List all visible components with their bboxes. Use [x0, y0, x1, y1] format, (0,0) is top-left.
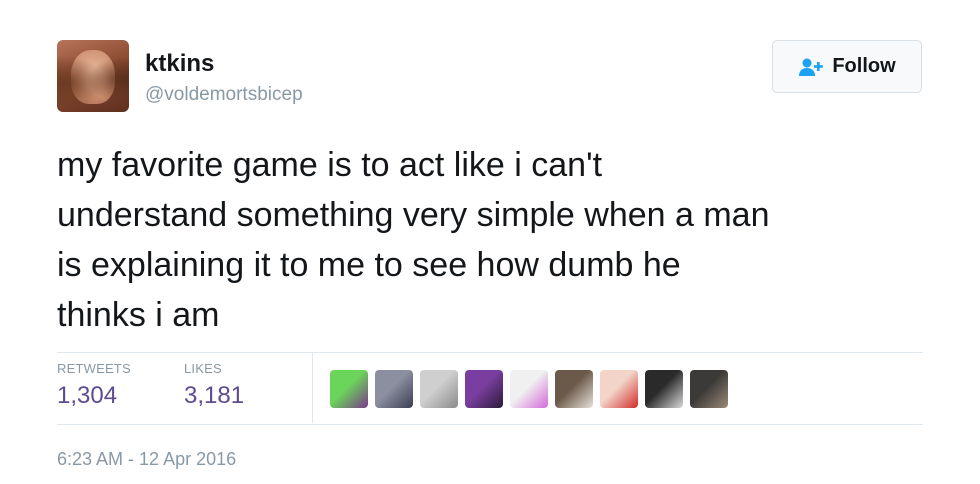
liker-avatar[interactable]	[375, 370, 413, 408]
stats-separator	[312, 353, 313, 423]
likes-label: LIKES	[184, 361, 222, 376]
likes-stat[interactable]: LIKES 3,181	[184, 353, 244, 410]
liker-avatar[interactable]	[600, 370, 638, 408]
avatar-hair	[57, 40, 129, 112]
follow-button-label: Follow	[832, 55, 896, 77]
liker-avatar[interactable]	[465, 370, 503, 408]
tweet-line: understand something very simple when a …	[57, 196, 770, 234]
user-handle[interactable]: @voldemortsbicep	[145, 84, 303, 106]
tweet-timestamp[interactable]: 6:23 AM - 12 Apr 2016	[57, 449, 236, 470]
add-user-icon	[798, 57, 824, 77]
retweets-count: 1,304	[57, 382, 118, 409]
tweet-line: thinks i am	[57, 296, 220, 334]
tweet-text: my favorite game is to act like i can't …	[57, 140, 937, 340]
follow-button[interactable]: Follow	[772, 40, 922, 93]
liker-avatar[interactable]	[555, 370, 593, 408]
retweets-stat[interactable]: RETWEETS 1,304	[57, 353, 131, 410]
user-name[interactable]: ktkins	[145, 50, 214, 78]
liker-avatar[interactable]	[420, 370, 458, 408]
liker-avatars	[330, 370, 728, 408]
likes-count: 3,181	[184, 382, 245, 409]
liker-avatar[interactable]	[690, 370, 728, 408]
tweet-line: my favorite game is to act like i can't	[57, 146, 603, 184]
divider-bottom	[57, 424, 923, 425]
liker-avatar[interactable]	[330, 370, 368, 408]
retweets-label: RETWEETS	[57, 361, 131, 376]
liker-avatar[interactable]	[645, 370, 683, 408]
avatar[interactable]	[57, 40, 129, 112]
liker-avatar[interactable]	[510, 370, 548, 408]
tweet-line: is explaining it to me to see how dumb h…	[57, 246, 681, 284]
